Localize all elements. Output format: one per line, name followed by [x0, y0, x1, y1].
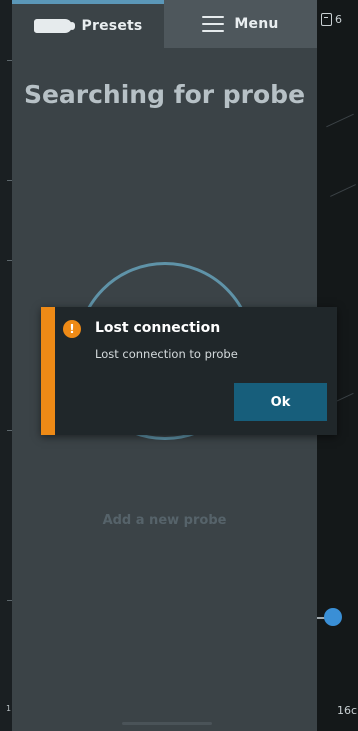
page-title: Searching for probe [23, 80, 306, 109]
hamburger-icon [202, 16, 225, 32]
image-toolbar: 6 [321, 8, 342, 30]
dialog-message: Lost connection to probe [95, 347, 238, 361]
dialog-title: Lost connection [95, 320, 221, 336]
tab-menu[interactable]: Menu [164, 0, 317, 48]
top-bar: Presets Menu [12, 0, 317, 48]
image-artifact [330, 184, 356, 197]
depth-label: 16c [337, 704, 358, 717]
clipboard-icon[interactable] [321, 12, 332, 26]
dialog-accent-bar [41, 307, 55, 435]
warning-icon: ! [63, 320, 81, 338]
probe-icon [33, 19, 75, 33]
tab-presets-label: Presets [81, 18, 143, 34]
image-count: 6 [335, 12, 342, 26]
ruler-label: 1 [6, 704, 12, 713]
image-artifact [326, 113, 354, 128]
tab-presets[interactable]: Presets [12, 0, 164, 48]
left-ruler: 1 [0, 0, 12, 731]
lost-connection-dialog: ! Lost connection Lost connection to pro… [41, 307, 337, 435]
tab-menu-label: Menu [234, 16, 279, 32]
ok-button[interactable]: Ok [234, 383, 327, 421]
add-probe-link[interactable]: Add a new probe [12, 513, 317, 528]
bottom-handle [122, 722, 212, 725]
gain-slider-knob[interactable] [324, 608, 342, 626]
